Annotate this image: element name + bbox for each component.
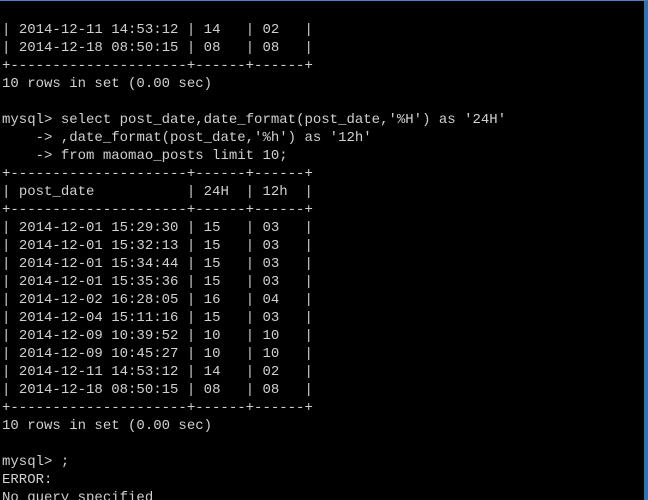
sql-query-line: -> from maomao_posts limit 10; — [2, 148, 288, 164]
terminal[interactable]: | 2014-12-11 14:53:12 | 14 | 02 | | 2014… — [0, 0, 648, 500]
result-row: | 2014-12-09 10:39:52 | 10 | 10 | — [2, 328, 313, 344]
table-border: +---------------------+------+------+ — [2, 58, 313, 74]
sql-query-line: mysql> select post_date,date_format(post… — [2, 112, 506, 128]
result-row: | 2014-12-18 08:50:15 | 08 | 08 | — [2, 382, 313, 398]
sql-query-line: -> ,date_format(post_date,'%h') as '12h' — [2, 130, 372, 146]
result-row: | 2014-12-11 14:53:12 | 14 | 02 | — [2, 22, 313, 38]
table-border: +---------------------+------+------+ — [2, 400, 313, 416]
status-line: 10 rows in set (0.00 sec) — [2, 418, 212, 434]
result-row: | 2014-12-04 15:11:16 | 15 | 03 | — [2, 310, 313, 326]
result-row: | 2014-12-01 15:35:36 | 15 | 03 | — [2, 274, 313, 290]
error-message: No query specified — [2, 490, 153, 500]
result-row: | 2014-12-09 10:45:27 | 10 | 10 | — [2, 346, 313, 362]
error-label: ERROR: — [2, 472, 52, 488]
status-line: 10 rows in set (0.00 sec) — [2, 76, 212, 92]
result-row: | 2014-12-01 15:29:30 | 15 | 03 | — [2, 220, 313, 236]
result-row: | 2014-12-11 14:53:12 | 14 | 02 | — [2, 364, 313, 380]
result-row: | 2014-12-18 08:50:15 | 08 | 08 | — [2, 40, 313, 56]
table-border: +---------------------+------+------+ — [2, 166, 313, 182]
result-row: | 2014-12-02 16:28:05 | 16 | 04 | — [2, 292, 313, 308]
table-border: +---------------------+------+------+ — [2, 202, 313, 218]
sql-query-line: mysql> ; — [2, 454, 69, 470]
result-row: | 2014-12-01 15:32:13 | 15 | 03 | — [2, 238, 313, 254]
scrollbar[interactable] — [644, 1, 646, 500]
result-row: | 2014-12-01 15:34:44 | 15 | 03 | — [2, 256, 313, 272]
table-header: | post_date | 24H | 12h | — [2, 184, 313, 200]
